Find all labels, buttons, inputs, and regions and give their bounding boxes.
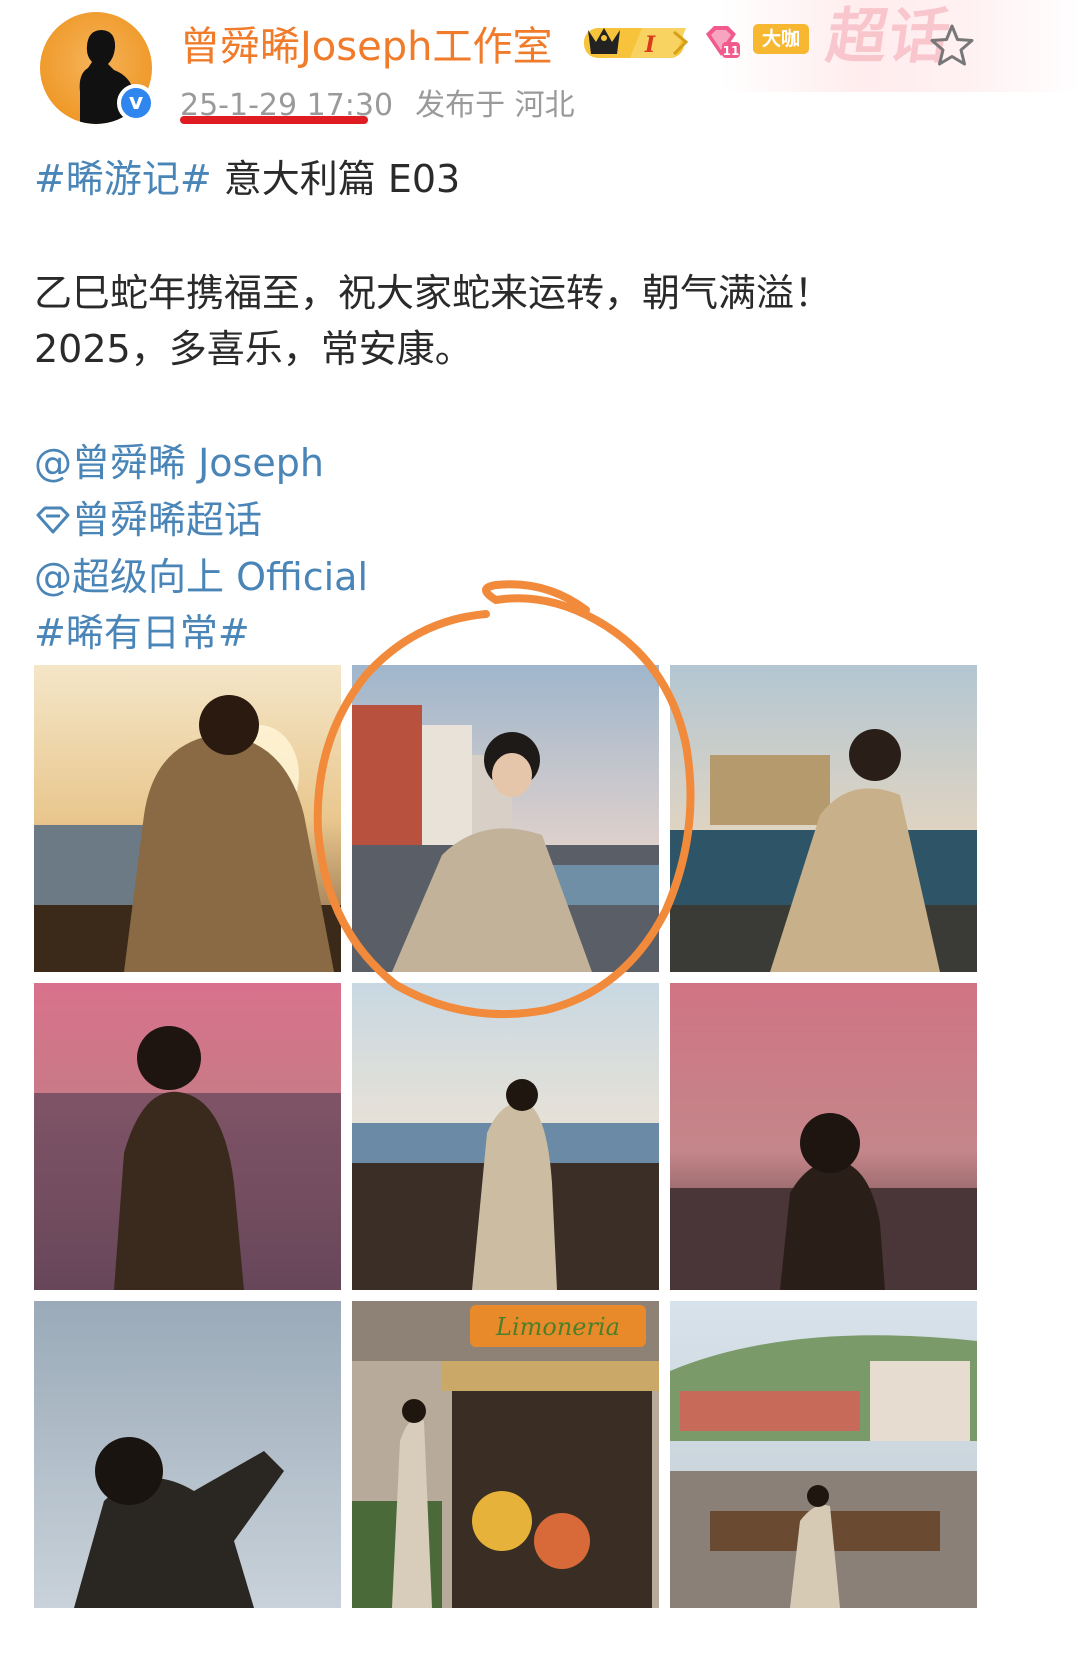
verified-icon: v (117, 84, 155, 122)
photo-7[interactable] (34, 1301, 341, 1608)
hashtag-xiyouricang[interactable]: #晞有日常# (34, 602, 250, 657)
level-text: I (644, 32, 656, 58)
post-body-line-1: 乙巳蛇年携福至，祝大家蛇来运转，朝气满溢！ (34, 271, 833, 315)
mention-joseph[interactable]: @曾舜晞 Joseph (34, 432, 324, 487)
red-underline-annotation (180, 116, 368, 124)
svg-text:11: 11 (723, 44, 740, 58)
photo-2[interactable] (352, 665, 659, 972)
post-header: 超话 v 曾舜晞Joseph工作室 I 11 大咖 25-1-29 17:30 发… (0, 0, 1080, 140)
photo-9[interactable] (670, 1301, 977, 1608)
title-text: 意大利篇 E03 (211, 157, 461, 201)
photo-8[interactable]: Limoneria (352, 1301, 659, 1608)
supertopic-link[interactable]: 曾舜晞超话 (34, 489, 262, 544)
photo-5[interactable] (352, 983, 659, 1290)
post-title-line: #晞游记# 意大利篇 E03 (34, 148, 460, 203)
photo-4[interactable] (34, 983, 341, 1290)
post-location: 发布于 河北 (415, 88, 575, 123)
crown-level-icon[interactable]: I (582, 22, 690, 62)
photo-1[interactable] (34, 665, 341, 972)
daka-badge: 大咖 (753, 24, 809, 54)
supertopic-diamond-icon (36, 506, 70, 534)
photo-6[interactable] (670, 983, 977, 1290)
mention-official[interactable]: @超级向上 Official (34, 546, 368, 601)
supertopic-label: 曾舜晞超话 (72, 498, 263, 542)
star-icon[interactable] (926, 20, 978, 72)
hashtag-xiyouji[interactable]: #晞游记# (34, 157, 212, 201)
shop-sign: Limoneria (495, 1313, 620, 1341)
username[interactable]: 曾舜晞Joseph工作室 (180, 14, 552, 72)
photo-3[interactable] (670, 665, 977, 972)
diamond-icon[interactable]: 11 (700, 22, 742, 62)
post-body-line-2: 2025，多喜乐，常安康。 (34, 327, 473, 371)
